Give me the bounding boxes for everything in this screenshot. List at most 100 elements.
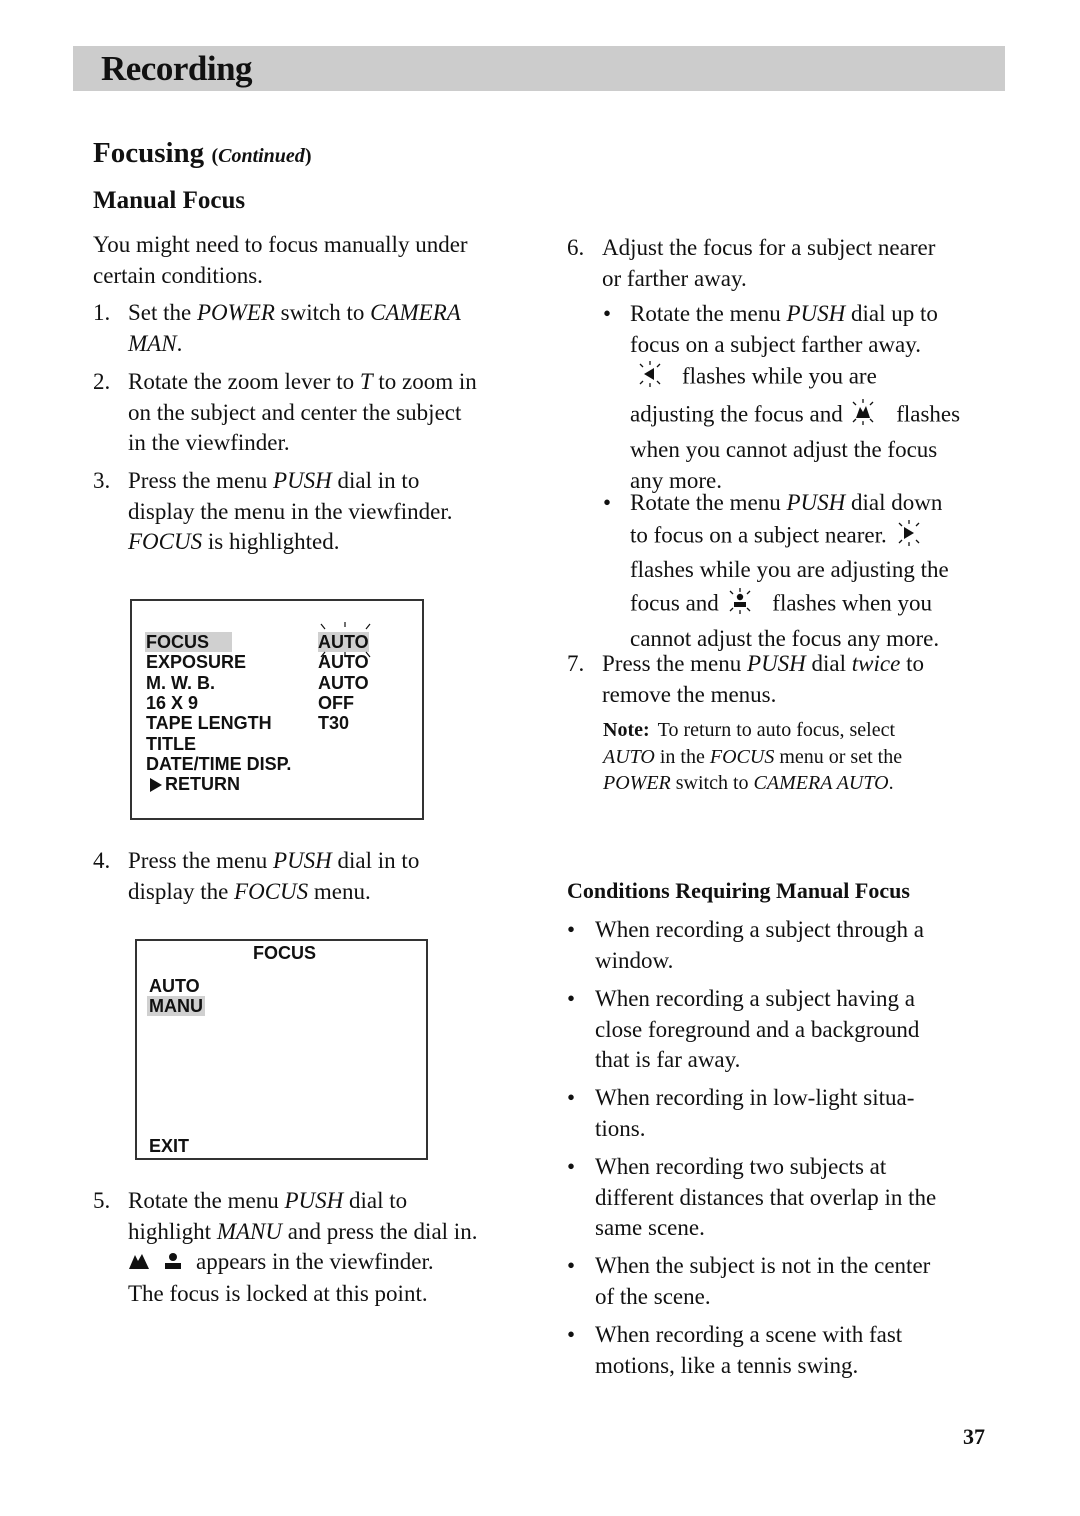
text-run: .: [888, 772, 894, 794]
emphasis-text: twice: [851, 651, 901, 676]
text-line: close foreground and a background: [595, 1016, 920, 1042]
page-number: 37: [963, 1424, 985, 1449]
text-line: POWER switch to CAMERA AUTO.: [603, 770, 902, 797]
text-line: remove the menus.: [602, 680, 924, 711]
focus-option-auto: AUTO: [149, 976, 200, 996]
step-text: Press the menu PUSH dial twice to remove …: [602, 649, 924, 710]
text-line: The focus is locked at this point.: [128, 1279, 477, 1310]
step-number: 4.: [93, 848, 111, 873]
intro-paragraph: You might need to focus manually under c…: [93, 230, 533, 291]
bullet-dot: •: [603, 490, 612, 515]
menu-item-label: 16 X 9: [146, 692, 199, 713]
text-run: is highlighted.: [202, 529, 340, 554]
return-arrow-icon: [150, 777, 162, 797]
text-run: Rotate the zoom lever to: [128, 369, 360, 394]
text-line: Set the POWER switch to CAMERA: [128, 298, 461, 329]
text-run: to zoom in: [372, 369, 477, 394]
emphasis-text: PUSH: [786, 301, 846, 326]
bullet-dot: •: [567, 1322, 576, 1347]
text-run: when you cannot adjust the focus: [630, 437, 938, 462]
emphasis-text: T: [359, 369, 373, 394]
focus-menu-title: FOCUS: [253, 943, 316, 963]
text-line: when you cannot adjust the focus: [630, 435, 960, 466]
section-title-text: Focusing: [93, 137, 205, 169]
text-run: to focus on a subject nearer.: [630, 522, 893, 548]
bullet-dot: •: [567, 1253, 576, 1278]
section-title: Focusing (Continued): [93, 136, 311, 173]
text-run: Rotate the menu: [630, 301, 787, 326]
step-text: Rotate the menu PUSH dial to highlight MA…: [128, 1186, 477, 1309]
emphasis-text: MANU: [216, 1218, 282, 1244]
mountain-icon: [128, 1248, 150, 1279]
condition-text: When recording a subject through a window…: [595, 915, 924, 976]
text-line: appears in the viewfinder.: [128, 1247, 477, 1279]
text-line: When recording in low-light situa-: [595, 1085, 915, 1110]
menu-item-label: TAPE LENGTH: [146, 713, 272, 734]
emphasis-text: PUSH: [273, 848, 332, 873]
emphasis-text: AUTO: [603, 745, 655, 768]
text-line: same scene.: [595, 1215, 705, 1240]
text-run: .: [176, 330, 183, 356]
text-line: motions, like a tennis swing.: [595, 1352, 859, 1378]
bullet-text: Rotate the menu PUSH dial down to focus o…: [630, 488, 949, 655]
text-run: Press the menu: [128, 468, 274, 493]
condition-text: When the subject is not in the center of …: [595, 1251, 930, 1312]
text-line: adjusting the focus and flashes: [630, 397, 960, 436]
flashing-person-icon: [725, 586, 755, 625]
text-run: in the: [654, 745, 710, 768]
menu-item-value: OFF: [318, 692, 354, 713]
text-run: Press the menu: [128, 848, 274, 873]
text-line: When recording a subject having a: [595, 986, 915, 1011]
step-text: Press the menu PUSH dial in to display th…: [128, 466, 452, 558]
text-run: Set the: [128, 300, 197, 325]
person-icon: [162, 1248, 184, 1279]
text-run: To return to auto focus, select: [657, 719, 896, 741]
text-line: Press the menu PUSH dial in to: [128, 846, 419, 877]
text-line: Rotate the menu PUSH dial down: [630, 488, 949, 519]
text-run: dial up to: [845, 301, 938, 326]
bullet-dot: •: [603, 301, 612, 326]
text-run: switch to: [670, 772, 754, 794]
chapter-header-bar: Recording: [73, 46, 1005, 91]
text-run: display the: [128, 878, 235, 904]
text-run: or farther away.: [602, 265, 747, 291]
emphasis-text: FOCUS: [128, 529, 203, 554]
chapter-title: Recording: [101, 49, 253, 88]
step-text: Press the menu PUSH dial in to display th…: [128, 846, 419, 907]
text-line: Note: To return to auto focus, select: [603, 717, 902, 744]
text-run: flashes while you are adjusting the: [630, 557, 949, 582]
emphasis-text: POWER: [603, 772, 671, 794]
emphasis-text: PUSH: [273, 468, 332, 493]
text-line: Rotate the zoom lever to T to zoom in: [128, 367, 477, 398]
text-line: flashes while you are adjusting the: [630, 555, 949, 586]
emphasis-text: FOCUS: [709, 745, 775, 768]
condition-text: When recording a subject having a close f…: [595, 984, 919, 1076]
text-run: display the menu in the viewfinder.: [128, 498, 453, 524]
text-line: FOCUS is highlighted.: [128, 527, 452, 558]
bullet-dot: •: [567, 1085, 576, 1110]
text-line: When recording a subject through a: [595, 917, 924, 942]
text-line: different distances that overlap in the: [595, 1184, 937, 1210]
focus-option-manu: MANU: [147, 996, 205, 1017]
step-text: Set the POWER switch to CAMERA MAN.: [128, 298, 461, 359]
text-line: Rotate the menu PUSH dial to: [128, 1186, 477, 1217]
text-line: of the scene.: [595, 1283, 711, 1309]
step-text: Rotate the zoom lever to T to zoom in on …: [128, 367, 477, 459]
menu-item-value: AUTO: [318, 652, 369, 673]
note-label: Note:: [603, 719, 650, 741]
text-line: When recording a scene with fast: [595, 1322, 903, 1347]
text-run: The focus is locked at this point.: [128, 1280, 428, 1306]
text-run: switch to: [274, 300, 371, 325]
menu-item-label: EXPOSURE: [146, 652, 247, 673]
text-run: and press the dial in.: [281, 1218, 478, 1244]
text-run: remove the menus.: [602, 681, 777, 707]
emphasis-text: PUSH: [786, 490, 846, 515]
text-line: on the subject and center the subject: [128, 398, 477, 429]
bullet-text: Rotate the menu PUSH dial up to focus on …: [630, 299, 960, 496]
condition-text: When recording in low-light situa-tions.: [595, 1083, 914, 1144]
text-run: dial in to: [331, 468, 420, 493]
flashing-mountain-icon: [848, 397, 878, 436]
step-text: Adjust the focus for a subject nearer or …: [602, 233, 935, 294]
paren-close: ): [304, 145, 312, 167]
menu-item-label: TITLE: [146, 733, 196, 754]
